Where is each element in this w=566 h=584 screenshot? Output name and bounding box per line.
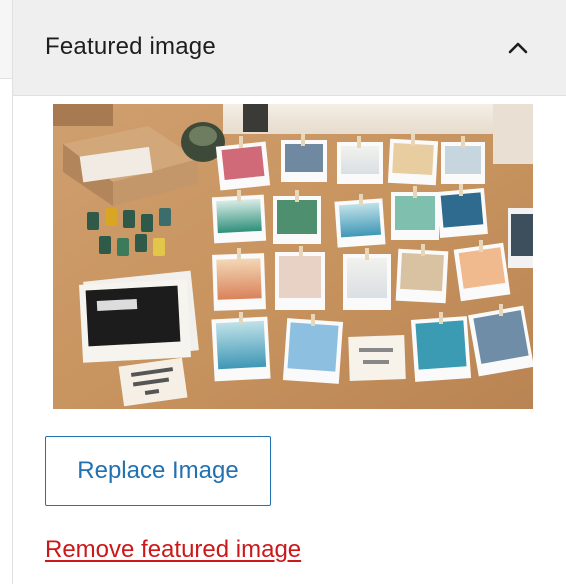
panel-title: Featured image <box>45 33 216 60</box>
panel-header-toggle[interactable]: Featured image <box>13 0 566 96</box>
featured-image-panel: Featured image Replace Image Remove feat… <box>12 0 566 584</box>
left-gutter <box>0 0 12 584</box>
replace-image-button[interactable]: Replace Image <box>45 436 271 506</box>
remove-featured-image-link[interactable]: Remove featured image <box>45 536 301 564</box>
chevron-up-icon[interactable] <box>506 36 530 60</box>
left-gutter-header <box>0 0 12 79</box>
featured-photo <box>53 104 533 409</box>
featured-image-preview[interactable] <box>53 104 533 409</box>
